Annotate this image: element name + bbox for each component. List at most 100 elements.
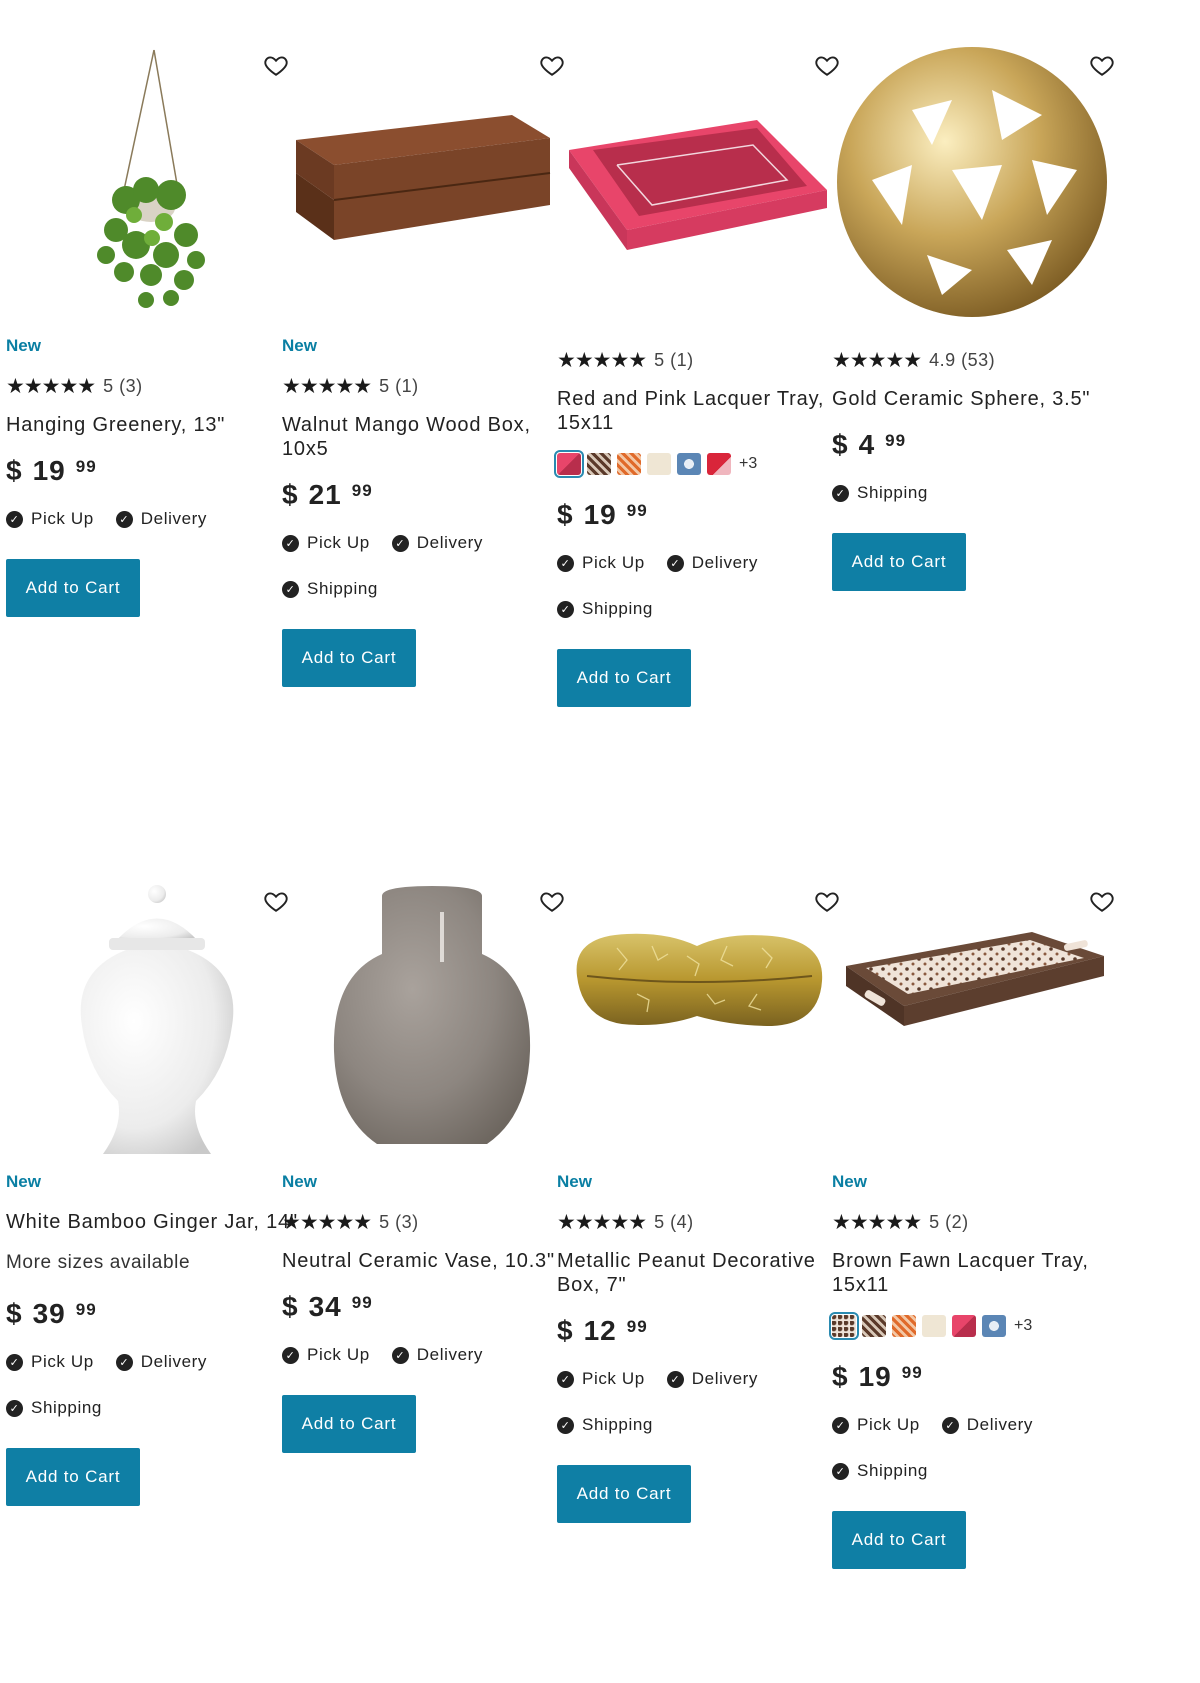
add-to-cart-button[interactable]: Add to Cart [6, 559, 140, 617]
rating: ★★★★★ 5 (4) [557, 1210, 842, 1235]
fulfillment-options: ✓ Pick Up ✓ Delivery ✓ Shipping [832, 1415, 1117, 1481]
product-image[interactable] [557, 876, 842, 1176]
price-currency: $ [282, 479, 299, 510]
rating-value: 4.9 (53) [929, 350, 996, 370]
price-currency: $ [6, 1298, 23, 1329]
product-name[interactable]: Neutral Ceramic Vase, 10.3" [282, 1249, 567, 1273]
wood-box-icon [296, 115, 551, 240]
check-icon: ✓ [557, 554, 574, 572]
product-image[interactable] [282, 40, 567, 340]
swatch-zebra[interactable] [587, 453, 611, 475]
fulfillment-option: ✓ Shipping [832, 483, 928, 503]
fulfillment-options: ✓ Shipping [832, 483, 1117, 503]
check-icon: ✓ [6, 1353, 23, 1371]
check-icon: ✓ [115, 510, 133, 528]
product-image[interactable] [832, 876, 1117, 1176]
add-to-cart-button[interactable]: Add to Cart [6, 1448, 140, 1506]
swatch-blue[interactable] [982, 1315, 1006, 1337]
fulfillment-option: ✓ Pick Up [557, 553, 645, 573]
add-to-cart-button[interactable]: Add to Cart [282, 1395, 416, 1453]
peanut-box-icon [576, 933, 823, 1026]
fulfillment-option: ✓ Shipping [6, 1398, 102, 1418]
new-badge: New [6, 336, 41, 355]
fulfillment-option: ✓ Pick Up [6, 1352, 94, 1372]
price-dollars: 19 [583, 499, 617, 530]
product-image[interactable] [6, 876, 291, 1176]
swatch-cream[interactable] [922, 1315, 946, 1337]
check-icon: ✓ [282, 534, 299, 552]
more-swatches[interactable]: +3 [739, 455, 757, 473]
fulfillment-options: ✓ Pick Up ✓ Delivery ✓ Shipping [282, 533, 567, 599]
fulfillment-option: ✓ Delivery [391, 1345, 483, 1365]
heart-icon[interactable] [1089, 52, 1115, 78]
fulfillment-option: ✓ Delivery [941, 1415, 1033, 1435]
swatch-fawn[interactable] [829, 1312, 859, 1340]
add-to-cart-button[interactable]: Add to Cart [832, 1511, 966, 1569]
fulfillment-option: ✓ Pick Up [557, 1369, 645, 1389]
swatch-zebra[interactable] [862, 1315, 886, 1337]
product-name[interactable]: White Bamboo Ginger Jar, 14" [6, 1210, 297, 1234]
fulfillment-label: Shipping [857, 483, 928, 502]
fulfillment-label: Pick Up [857, 1415, 920, 1434]
price: $19 99 [557, 499, 842, 531]
star-rating-icon: ★★★★★ [832, 349, 922, 372]
more-swatches[interactable]: +3 [1014, 1317, 1032, 1335]
new-badge: New [282, 336, 317, 355]
rating: ★★★★★ 5 (3) [282, 1210, 567, 1235]
product-name[interactable]: Brown Fawn Lacquer Tray, 15x11 [832, 1249, 1117, 1297]
more-sizes-text[interactable]: More sizes available [6, 1252, 291, 1274]
product-image[interactable] [282, 876, 567, 1176]
new-badge: New [6, 1172, 41, 1191]
price-cents: 99 [75, 1300, 97, 1319]
rating-value: 5 (3) [103, 376, 143, 396]
rating: ★★★★★ 5 (1) [282, 374, 567, 399]
product-name[interactable]: Hanging Greenery, 13" [6, 413, 291, 437]
check-icon: ✓ [391, 1346, 409, 1364]
product-name[interactable]: Red and Pink Lacquer Tray, 15x11 [557, 387, 842, 435]
check-icon: ✓ [282, 580, 299, 598]
check-icon: ✓ [557, 1370, 574, 1388]
fulfillment-label: Shipping [31, 1398, 102, 1417]
check-icon: ✓ [557, 1416, 574, 1434]
rating-value: 5 (2) [929, 1212, 969, 1232]
check-icon: ✓ [6, 510, 23, 528]
rating-value: 5 (4) [654, 1212, 694, 1232]
add-to-cart-button[interactable]: Add to Cart [832, 533, 966, 591]
price-currency: $ [557, 1315, 574, 1346]
fulfillment-label: Pick Up [582, 1369, 645, 1388]
swatch-red-pink[interactable] [554, 450, 584, 478]
product-name[interactable]: Walnut Mango Wood Box, 10x5 [282, 413, 567, 461]
fulfillment-label: Shipping [307, 579, 378, 598]
fulfillment-options: ✓ Pick Up ✓ Delivery ✓ Shipping [557, 553, 842, 619]
product-image[interactable] [832, 40, 1117, 340]
fulfillment-label: Delivery [416, 533, 483, 552]
fulfillment-label: Delivery [140, 1352, 207, 1371]
price-currency: $ [832, 429, 849, 460]
swatch-red[interactable] [707, 453, 731, 475]
add-to-cart-button[interactable]: Add to Cart [282, 629, 416, 687]
price: $12 99 [557, 1315, 842, 1347]
rating: ★★★★★ 4.9 (53) [832, 348, 1117, 373]
star-rating-icon: ★★★★★ [557, 349, 647, 372]
product-name[interactable]: Gold Ceramic Sphere, 3.5" [832, 387, 1117, 411]
price-cents: 99 [885, 431, 907, 450]
star-rating-icon: ★★★★★ [832, 1211, 922, 1234]
price: $4 99 [832, 429, 1117, 461]
price: $19 99 [6, 455, 291, 487]
add-to-cart-button[interactable]: Add to Cart [557, 649, 691, 707]
swatch-orange[interactable] [892, 1315, 916, 1337]
price-dollars: 39 [32, 1298, 66, 1329]
price-dollars: 34 [308, 1291, 342, 1322]
swatch-blue[interactable] [677, 453, 701, 475]
rating: ★★★★★ 5 (1) [557, 348, 842, 373]
fulfillment-label: Delivery [966, 1415, 1033, 1434]
swatch-red-pink[interactable] [952, 1315, 976, 1337]
product-image[interactable] [557, 40, 842, 340]
star-rating-icon: ★★★★★ [282, 375, 372, 398]
add-to-cart-button[interactable]: Add to Cart [557, 1465, 691, 1523]
swatch-orange[interactable] [617, 453, 641, 475]
heart-icon[interactable] [1089, 888, 1115, 914]
product-name[interactable]: Metallic Peanut Decorative Box, 7" [557, 1249, 842, 1297]
swatch-cream[interactable] [647, 453, 671, 475]
product-image[interactable] [6, 40, 291, 340]
